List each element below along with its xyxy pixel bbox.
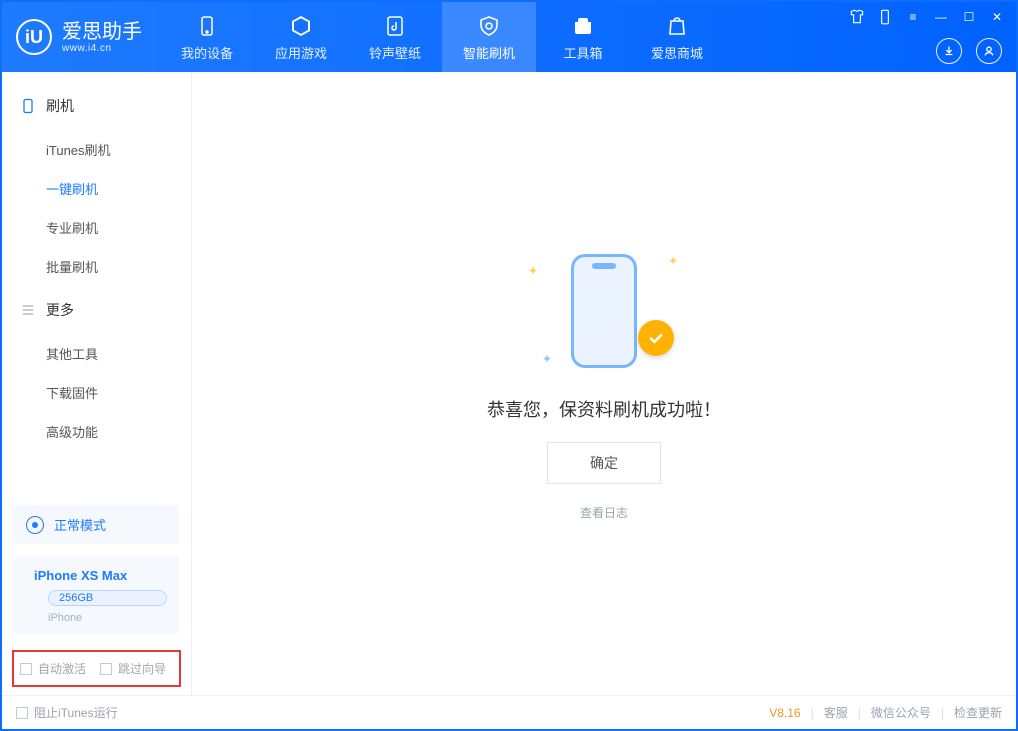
nav-ring-wallpaper[interactable]: 铃声壁纸	[348, 2, 442, 72]
close-button[interactable]: ✕	[988, 8, 1006, 26]
checkbox-icon	[16, 707, 28, 719]
sidebar-item-advanced[interactable]: 高级功能	[2, 412, 191, 451]
nav-label: 智能刷机	[463, 43, 515, 62]
device-type: iPhone	[48, 612, 167, 624]
phone-outline-icon	[20, 98, 36, 114]
success-message: 恭喜您，保资料刷机成功啦！	[487, 396, 721, 422]
phone-outline-icon	[571, 254, 637, 368]
nav-toolbox[interactable]: 工具箱	[536, 2, 630, 72]
version-label: V8.16	[769, 706, 800, 720]
app-window: iU 爱思助手 www.i4.cn 我的设备 应用游戏 铃声壁纸 智能刷机	[0, 0, 1018, 731]
success-illustration: ✦ ✦ ✦	[524, 246, 684, 376]
user-icon[interactable]	[976, 38, 1002, 64]
view-log-link[interactable]: 查看日志	[580, 504, 628, 521]
nav-label: 爱思商城	[651, 43, 703, 62]
mode-label: 正常模式	[54, 515, 106, 534]
option-label: 跳过向导	[118, 660, 166, 677]
logo-text: 爱思助手 www.i4.cn	[62, 21, 142, 54]
nav-apps-games[interactable]: 应用游戏	[254, 2, 348, 72]
download-icon[interactable]	[936, 38, 962, 64]
mode-indicator-icon	[26, 516, 44, 534]
device-card[interactable]: iPhone XS Max 256GB iPhone	[14, 556, 179, 634]
sparkle-icon: ✦	[668, 254, 678, 268]
footer-right: V8.16 | 客服 | 微信公众号 | 检查更新	[769, 704, 1002, 721]
bag-icon	[664, 13, 690, 39]
footer-link-update[interactable]: 检查更新	[954, 704, 1002, 721]
body: 刷机 iTunes刷机 一键刷机 专业刷机 批量刷机 更多 其他工具 下载固件 …	[2, 72, 1016, 695]
nav-store[interactable]: 爱思商城	[630, 2, 724, 72]
sidebar-content: 刷机 iTunes刷机 一键刷机 专业刷机 批量刷机 更多 其他工具 下载固件 …	[2, 72, 191, 499]
check-badge-icon	[638, 320, 674, 356]
sparkle-icon: ✦	[528, 264, 538, 278]
nav-label: 我的设备	[181, 43, 233, 62]
titlebar: iU 爱思助手 www.i4.cn 我的设备 应用游戏 铃声壁纸 智能刷机	[2, 2, 1016, 72]
footer-link-wechat[interactable]: 微信公众号	[871, 704, 931, 721]
option-skip-guide[interactable]: 跳过向导	[100, 660, 166, 677]
option-label: 自动激活	[38, 660, 86, 677]
nav-smart-flash[interactable]: 智能刷机	[442, 2, 536, 72]
nav-my-device[interactable]: 我的设备	[160, 2, 254, 72]
logo-block[interactable]: iU 爱思助手 www.i4.cn	[2, 2, 160, 72]
checkbox-icon	[100, 663, 112, 675]
nav-label: 工具箱	[563, 43, 602, 62]
header-actions	[936, 38, 1002, 64]
phone-small-icon[interactable]	[876, 8, 894, 26]
sparkle-icon: ✦	[542, 352, 552, 366]
statusbar: 阻止iTunes运行 V8.16 | 客服 | 微信公众号 | 检查更新	[2, 695, 1016, 729]
sidebar-item-batch-flash[interactable]: 批量刷机	[2, 247, 191, 286]
footer-block-itunes[interactable]: 阻止iTunes运行	[16, 704, 118, 721]
footer-link-support[interactable]: 客服	[824, 704, 848, 721]
sidebar-group-label: 刷机	[46, 96, 74, 116]
shirt-icon[interactable]	[848, 8, 866, 26]
device-name: iPhone XS Max	[34, 568, 127, 583]
device-capacity-badge: 256GB	[48, 590, 167, 606]
music-icon	[382, 13, 408, 39]
nav-label: 铃声壁纸	[369, 43, 421, 62]
sidebar-item-itunes-flash[interactable]: iTunes刷机	[2, 130, 191, 169]
options-highlight-box: 自动激活 跳过向导	[12, 650, 181, 687]
sidebar: 刷机 iTunes刷机 一键刷机 专业刷机 批量刷机 更多 其他工具 下载固件 …	[2, 72, 192, 695]
app-name: 爱思助手	[62, 21, 142, 43]
sidebar-item-other-tools[interactable]: 其他工具	[2, 334, 191, 373]
sidebar-group-more[interactable]: 更多	[2, 286, 191, 334]
footer-label: 阻止iTunes运行	[34, 704, 118, 721]
menu-icon[interactable]: ≡	[904, 8, 922, 26]
sidebar-item-oneclick-flash[interactable]: 一键刷机	[2, 169, 191, 208]
sidebar-group-label: 更多	[46, 300, 74, 320]
logo-icon: iU	[16, 19, 52, 55]
main-pane: ✦ ✦ ✦ 恭喜您，保资料刷机成功啦！ 确定 查看日志	[192, 72, 1016, 695]
sidebar-group-flash[interactable]: 刷机	[2, 82, 191, 130]
mode-card[interactable]: 正常模式	[14, 505, 179, 544]
maximize-button[interactable]: ☐	[960, 8, 978, 26]
refresh-shield-icon	[476, 13, 502, 39]
ok-button[interactable]: 确定	[547, 442, 661, 484]
top-nav: 我的设备 应用游戏 铃声壁纸 智能刷机 工具箱 爱思商城	[160, 2, 724, 72]
toolbox-icon	[570, 13, 596, 39]
sidebar-item-download-firmware[interactable]: 下载固件	[2, 373, 191, 412]
window-controls: ≡ — ☐ ✕	[848, 8, 1006, 26]
checkbox-icon	[20, 663, 32, 675]
phone-icon	[194, 13, 220, 39]
cube-icon	[288, 13, 314, 39]
sidebar-item-pro-flash[interactable]: 专业刷机	[2, 208, 191, 247]
option-auto-activate[interactable]: 自动激活	[20, 660, 86, 677]
list-icon	[20, 302, 36, 318]
nav-label: 应用游戏	[275, 43, 327, 62]
minimize-button[interactable]: —	[932, 8, 950, 26]
app-url: www.i4.cn	[62, 43, 142, 54]
